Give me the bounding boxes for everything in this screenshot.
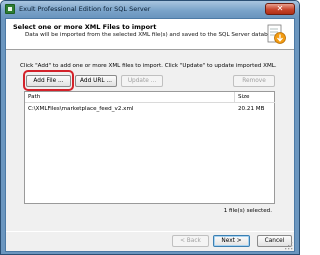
next-button[interactable]: Next > — [213, 235, 250, 247]
column-header-path[interactable]: Path — [25, 92, 235, 103]
add-file-highlight-ring — [23, 70, 74, 91]
wizard-header: Select one or more XML Files to import D… — [6, 19, 294, 50]
footer-divider — [6, 231, 294, 232]
title-bar[interactable]: Exult Professional Edition for SQL Serve… — [1, 1, 299, 17]
close-button[interactable]: ✕ — [265, 3, 295, 15]
import-document-icon — [267, 24, 286, 44]
back-button[interactable]: < Back — [172, 235, 209, 247]
table-row[interactable]: C:\XMLFiles\marketplace_feed_v2.xml 20.2… — [25, 104, 274, 114]
close-icon: ✕ — [276, 4, 284, 13]
column-header-size[interactable]: Size — [235, 92, 275, 103]
selection-status: 1 file(s) selected. — [223, 208, 272, 214]
file-list[interactable]: Path Size C:\XMLFiles\marketplace_feed_v… — [24, 91, 275, 204]
file-path-cell: C:\XMLFiles\marketplace_feed_v2.xml — [28, 106, 134, 112]
remove-button[interactable]: Remove — [233, 75, 275, 87]
resize-grip-icon[interactable] — [285, 242, 293, 250]
app-logo-icon — [5, 4, 15, 14]
page-title: Select one or more XML Files to import — [13, 23, 157, 31]
dialog-window: Exult Professional Edition for SQL Serve… — [0, 0, 300, 255]
page-subtitle: Data will be imported from the selected … — [25, 32, 280, 38]
update-button[interactable]: Update ... — [121, 75, 163, 87]
window-title: Exult Professional Edition for SQL Serve… — [19, 5, 151, 13]
file-size-cell: 20.21 MB — [238, 106, 265, 112]
dialog-body: Select one or more XML Files to import D… — [5, 18, 295, 252]
add-url-button[interactable]: Add URL ... — [75, 75, 117, 87]
instructions-text: Click "Add" to add one or more XML files… — [20, 63, 277, 69]
